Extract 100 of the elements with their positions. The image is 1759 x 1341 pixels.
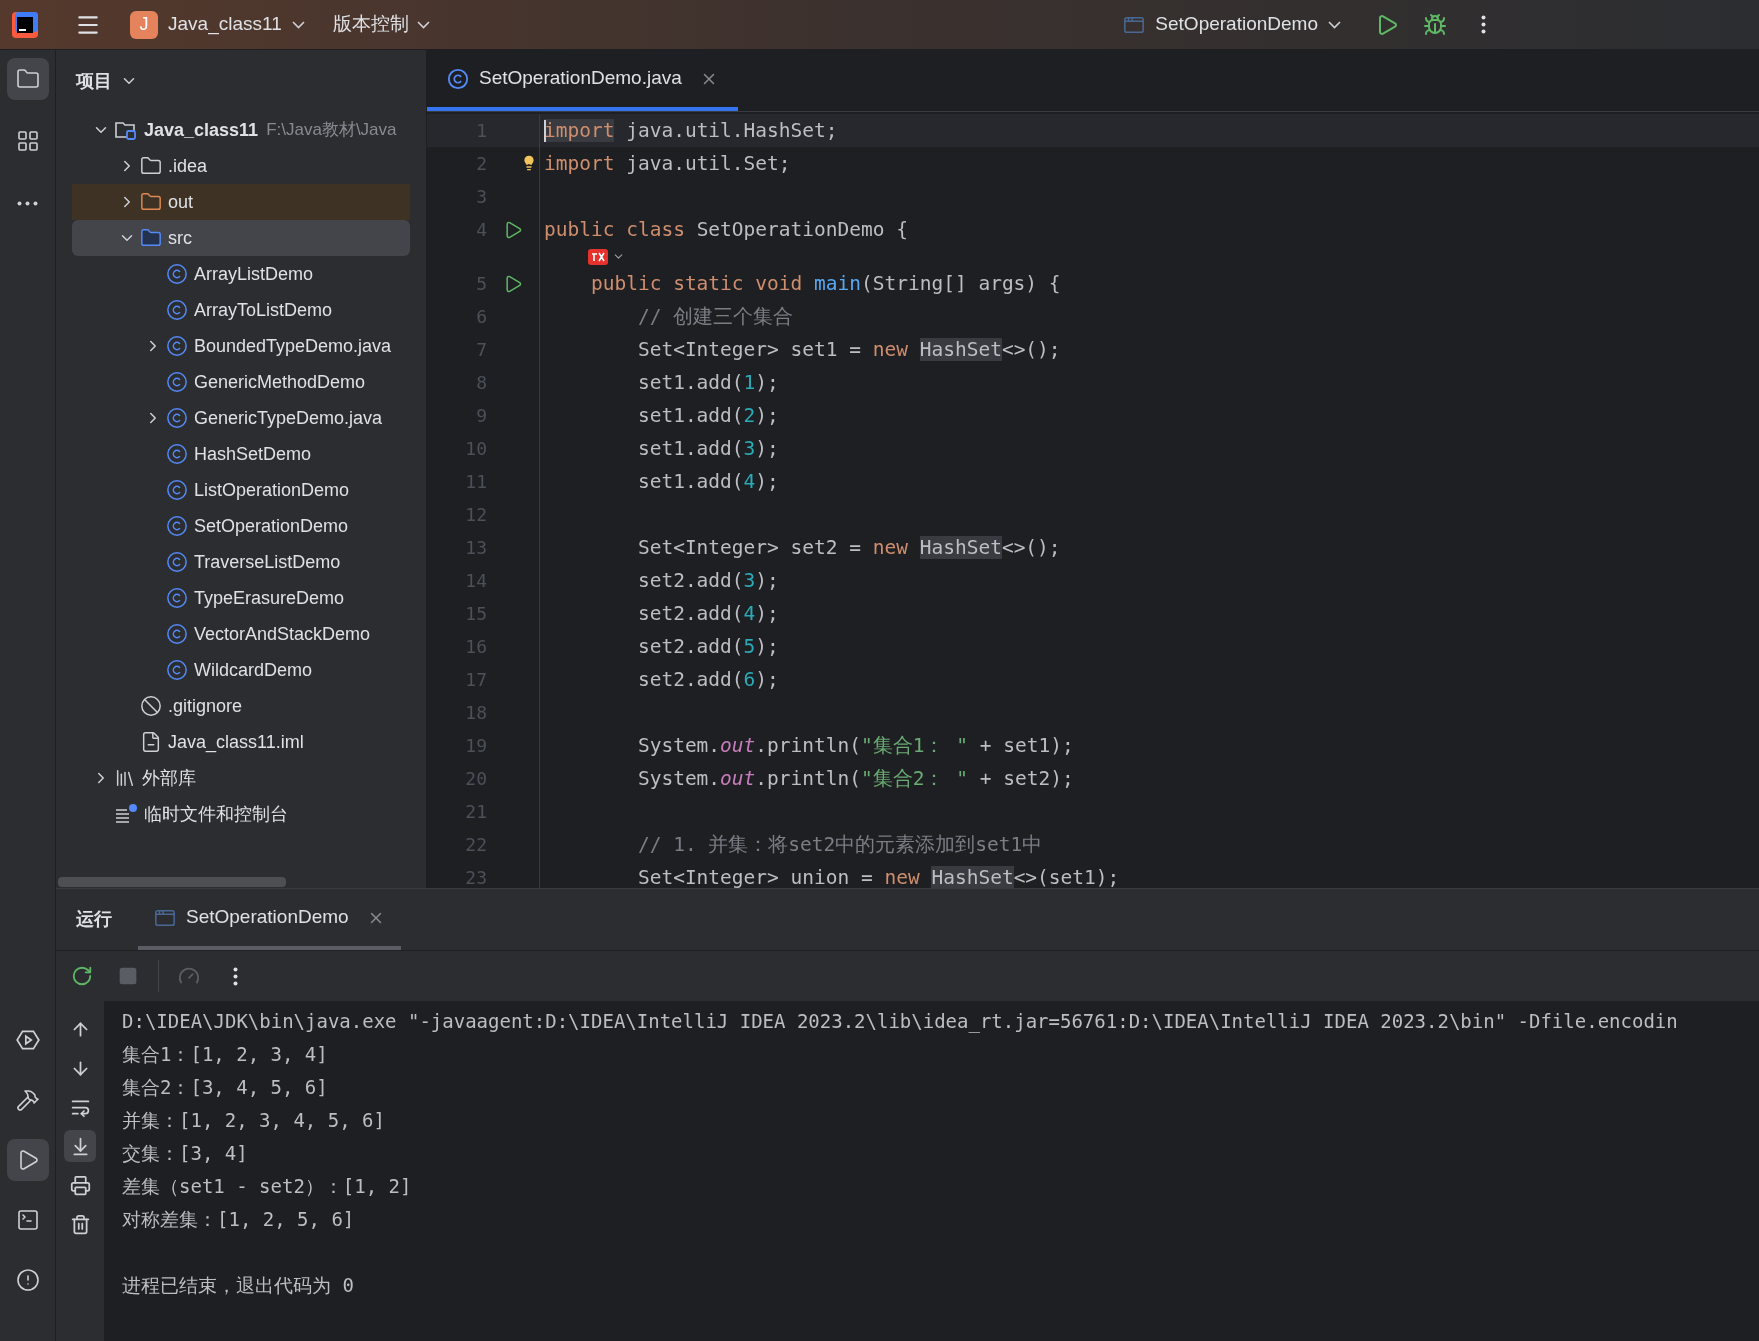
- scroll-to-end-button[interactable]: [64, 1130, 96, 1162]
- tree-item-label: VectorAndStackDemo: [194, 622, 371, 646]
- code-line: public class SetOperationDemo {: [543, 216, 908, 243]
- tree-item-label: ArrayToListDemo: [194, 298, 333, 322]
- class-icon: [166, 407, 188, 429]
- run-gutter-icon[interactable]: [503, 219, 523, 240]
- tree-item[interactable]: src: [72, 220, 410, 256]
- tree-item[interactable]: out: [72, 184, 410, 220]
- tree-item[interactable]: 临时文件和控制台: [72, 796, 410, 832]
- tree-item[interactable]: GenericMethodDemo: [72, 364, 410, 400]
- folder-icon: [140, 155, 162, 177]
- code-line: import java.util.Set;: [543, 150, 791, 177]
- tree-item-label: TypeErasureDemo: [194, 586, 345, 610]
- class-icon: [166, 479, 188, 501]
- code-line: set2.add(3);: [636, 567, 779, 594]
- code-line: set2.add(5);: [636, 633, 779, 660]
- console-line: D:\IDEA\JDK\bin\java.exe "-javaagent:D:\IDEA\IntelliJ IDEA 2023.2\lib\idea_rt.jar=56761:D:\IDEA\IntelliJ IDEA 2023.2\bin" -Dfile.encodin: [122, 1009, 1678, 1035]
- tree-item-label: HashSetDemo: [194, 442, 312, 466]
- tree-item[interactable]: 外部库: [72, 760, 410, 796]
- project-folder-icon: [15, 67, 40, 91]
- exit-message: 进程已结束，退出代码为 0: [122, 1273, 354, 1299]
- tree-item[interactable]: BoundedTypeDemo.java: [72, 328, 410, 364]
- bug-icon: [1423, 12, 1447, 37]
- app-logo-icon: [12, 11, 38, 38]
- tree-item[interactable]: Java_class11 F:\Java教材\Java: [72, 112, 410, 148]
- code-line: set2.add(4);: [636, 600, 779, 627]
- problems-icon: [15, 1268, 40, 1292]
- stop-icon: [118, 966, 138, 986]
- terminal-icon: [15, 1208, 40, 1232]
- tree-item-label: .gitignore: [168, 694, 243, 718]
- folder-icon: [140, 191, 162, 213]
- tree-item-label: out: [168, 190, 194, 214]
- tree-item[interactable]: WildcardDemo: [72, 652, 410, 688]
- more-icon: [232, 966, 238, 986]
- folder-icon: [140, 227, 162, 249]
- tree-item-label: src: [168, 226, 192, 250]
- run-gutter-icon[interactable]: [503, 273, 523, 294]
- tab-label: SetOperationDemo: [186, 905, 349, 930]
- class-icon: [166, 623, 188, 645]
- run-configuration-selector[interactable]: SetOperationDemo: [1123, 6, 1341, 43]
- tree-item[interactable]: .gitignore: [72, 688, 410, 724]
- scrollbar[interactable]: [58, 877, 286, 887]
- project-selector[interactable]: J Java_class11: [126, 6, 309, 43]
- plugin-badge-icon[interactable]: [588, 248, 608, 265]
- ignore-file-icon: [140, 695, 162, 717]
- code-line: System.out.println("集合2： " + set2);: [636, 765, 1074, 792]
- console-line: 交集：[3, 4]: [122, 1141, 248, 1167]
- tree-item[interactable]: ArrayListDemo: [72, 256, 410, 292]
- tree-item-label: TraverseListDemo: [194, 550, 341, 574]
- tree-item-label: 外部库: [142, 766, 196, 790]
- tree-item[interactable]: TraverseListDemo: [72, 544, 410, 580]
- code-line: set1.add(1);: [636, 369, 779, 396]
- tree-item[interactable]: VectorAndStackDemo: [72, 616, 410, 652]
- console-line: 集合1：[1, 2, 3, 4]: [122, 1042, 328, 1068]
- console-line: 对称差集：[1, 2, 5, 6]: [122, 1207, 355, 1233]
- class-icon: [166, 659, 188, 681]
- tree-item[interactable]: ListOperationDemo: [72, 472, 410, 508]
- code-line: import java.util.HashSet;: [543, 117, 838, 144]
- tree-item[interactable]: SetOperationDemo: [72, 508, 410, 544]
- tree-item[interactable]: Java_class11.iml: [72, 724, 410, 760]
- class-icon: [166, 263, 188, 285]
- code-line: // 1. 并集：将set2中的元素添加到set1中: [636, 831, 1043, 858]
- code-line: set1.add(3);: [636, 435, 779, 462]
- tree-item[interactable]: HashSetDemo: [72, 436, 410, 472]
- tree-item-label: Java_class11: [144, 118, 259, 142]
- run-tab[interactable]: SetOperationDemo: [138, 889, 401, 950]
- class-icon: [447, 67, 469, 90]
- console-line: 差集（set1 - set2）：[1, 2]: [122, 1174, 412, 1200]
- chevron-down-icon: [416, 20, 430, 29]
- project-folder-button[interactable]: [6, 58, 49, 100]
- console-line: 集合2：[3, 4, 5, 6]: [122, 1075, 328, 1101]
- tree-item-label: 临时文件和控制台: [144, 802, 288, 826]
- run-button[interactable]: [6, 1139, 49, 1181]
- code-line: Set<Integer> set1 = new HashSet<>();: [636, 336, 1061, 363]
- code-line: Set<Integer> set2 = new HashSet<>();: [636, 534, 1061, 561]
- tree-item[interactable]: .idea: [72, 148, 410, 184]
- tree-item-label: BoundedTypeDemo.java: [194, 334, 392, 358]
- lightbulb-icon[interactable]: [521, 155, 537, 171]
- hammer-icon: [15, 1088, 40, 1112]
- chevron-down-icon: [1328, 20, 1341, 29]
- tree-item[interactable]: ArrayToListDemo: [72, 292, 410, 328]
- project-view-selector[interactable]: 项目: [76, 67, 138, 95]
- rerun-icon: [71, 965, 93, 987]
- scratches-icon: [114, 803, 138, 825]
- tree-item-label: ListOperationDemo: [194, 478, 350, 502]
- code-line: // 创建三个集合: [636, 303, 794, 330]
- print-icon: [69, 1174, 91, 1196]
- chevron-down-icon: [291, 20, 305, 29]
- more-icon: [17, 200, 38, 206]
- code-line: Set<Integer> union = new HashSet<>(set1);: [636, 864, 1120, 888]
- class-icon: [166, 587, 188, 609]
- tree-item-label: GenericTypeDemo.java: [194, 406, 383, 430]
- file-icon: [140, 731, 162, 753]
- panel-title: 运行: [76, 908, 112, 931]
- class-icon: [166, 335, 188, 357]
- vcs-menu-button[interactable]: 版本控制: [332, 6, 430, 43]
- tree-item[interactable]: GenericTypeDemo.java: [72, 400, 410, 436]
- code-line: set1.add(2);: [636, 402, 779, 429]
- tree-item[interactable]: TypeErasureDemo: [72, 580, 410, 616]
- more-icon: [1480, 15, 1486, 34]
